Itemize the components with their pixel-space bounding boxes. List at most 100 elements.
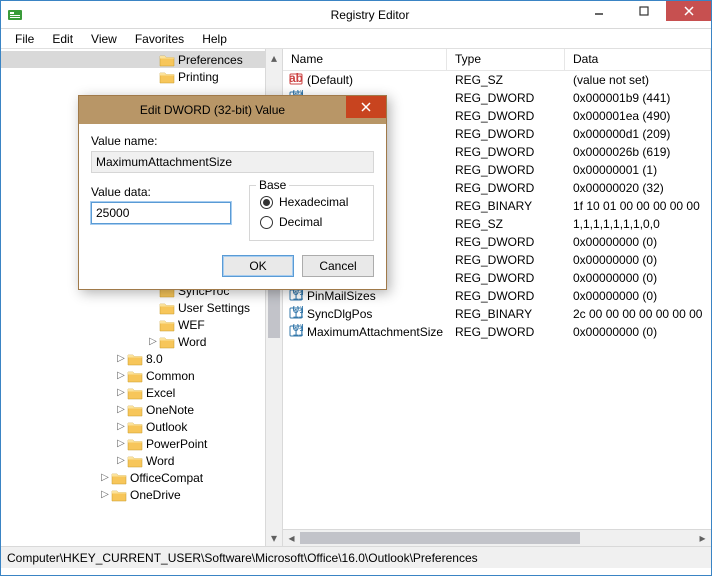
value-data: 2c 00 00 00 00 00 00 00 [565,307,711,321]
statusbar: Computer\HKEY_CURRENT_USER\Software\Micr… [1,546,711,568]
value-name-input[interactable] [91,151,374,173]
tree-item[interactable]: User Settings [1,299,282,316]
close-button[interactable] [666,1,711,21]
value-name: MaximumAttachmentSize [307,325,443,339]
expander-icon[interactable]: ▷ [99,489,111,500]
value-icon: 011110 [289,324,303,341]
svg-text:110: 110 [293,306,304,320]
value-data: 0x00000000 (0) [565,253,711,267]
scroll-down-icon[interactable]: ▾ [266,529,282,546]
list-row[interactable]: 011110MaximumAttachmentSizeREG_DWORD0x00… [283,323,711,341]
menu-help[interactable]: Help [194,30,235,48]
tree-item[interactable]: ▷PowerPoint [1,435,282,452]
list-row[interactable]: 011110 SyncDlgPos REG_BINARY2c 00 00 00 00… [283,305,711,323]
tree-item[interactable]: Preferences [1,51,282,68]
value-data: (value not set) [565,73,711,87]
radio-hex-label: Hexadecimal [279,195,348,209]
cancel-button[interactable]: Cancel [302,255,374,277]
svg-text:ab: ab [289,72,303,85]
list-hscrollbar[interactable]: ◂ ▸ [283,529,711,546]
dialog-close-button[interactable] [346,96,386,118]
maximize-button[interactable] [621,1,666,21]
value-name: PinMailSizes [307,289,376,303]
menu-favorites[interactable]: Favorites [127,30,192,48]
value-data-input[interactable] [91,202,231,224]
value-type: REG_DWORD [447,271,565,285]
tree-item-label: Preferences [178,53,243,67]
col-data[interactable]: Data [565,49,711,70]
tree-item[interactable]: ▷ Outlook [1,418,282,435]
radio-dec-icon [260,216,273,229]
menu-file[interactable]: File [7,30,42,48]
value-type: REG_BINARY [447,199,565,213]
value-data: 1f 10 01 00 00 00 00 00 [565,199,711,213]
value-type: REG_DWORD [447,289,565,303]
value-type: REG_DWORD [447,109,565,123]
tree-item[interactable]: ▷ Word [1,452,282,469]
radio-hex[interactable]: Hexadecimal [260,192,363,212]
value-data: 0x00000001 (1) [565,163,711,177]
expander-icon[interactable]: ▷ [115,421,127,432]
tree-item-label: Outlook [146,420,187,434]
base-fieldset: Base Hexadecimal Decimal [249,185,374,241]
tree-item-label: Common [146,369,195,383]
tree-item[interactable]: Printing [1,68,282,85]
value-data: 0x000001ea (490) [565,109,711,123]
value-type: REG_DWORD [447,163,565,177]
titlebar: Registry Editor [1,1,711,29]
tree-item[interactable]: ▷OneDrive [1,486,282,503]
value-icon: 011110 [289,306,303,323]
value-type: REG_SZ [447,73,565,87]
col-name[interactable]: Name [283,49,447,70]
tree-item[interactable]: ▷Word [1,333,282,350]
expander-icon[interactable]: ▷ [147,336,159,347]
svg-text:110: 110 [293,324,304,338]
edit-dword-dialog: Edit DWORD (32-bit) Value Value name: Va… [78,95,387,290]
dialog-title: Edit DWORD (32-bit) Value [79,103,346,117]
base-legend: Base [256,178,289,192]
tree-item[interactable]: ▷ Common [1,367,282,384]
menu-edit[interactable]: Edit [44,30,81,48]
minimize-button[interactable] [576,1,621,21]
tree-item-label: Word [146,454,174,468]
value-name: SyncDlgPos [307,307,372,321]
tree-item[interactable]: ▷ OfficeCompat [1,469,282,486]
scroll-right-icon[interactable]: ▸ [694,530,711,546]
tree-item[interactable]: WEF [1,316,282,333]
expander-icon[interactable]: ▷ [115,353,127,364]
tree-item[interactable]: ▷Excel [1,384,282,401]
value-data: 0x000001b9 (441) [565,91,711,105]
scroll-up-icon[interactable]: ▴ [266,49,282,66]
ok-button[interactable]: OK [222,255,294,277]
value-icon: 011110 [289,288,303,305]
dialog-titlebar[interactable]: Edit DWORD (32-bit) Value [79,96,386,124]
tree-item[interactable]: ▷8.0 [1,350,282,367]
value-data: 0x0000026b (619) [565,145,711,159]
radio-dec[interactable]: Decimal [260,212,363,232]
status-path: Computer\HKEY_CURRENT_USER\Software\Micr… [7,551,478,565]
value-data: 1,1,1,1,1,1,1,0,0 [565,217,711,231]
expander-icon[interactable]: ▷ [115,455,127,466]
value-data: 0x00000020 (32) [565,181,711,195]
tree-item[interactable]: ▷OneNote [1,401,282,418]
list-row[interactable]: ab (Default) REG_SZ(value not set) [283,71,711,89]
expander-icon[interactable]: ▷ [99,472,111,483]
value-type: REG_BINARY [447,307,565,321]
value-type: REG_DWORD [447,91,565,105]
value-name: (Default) [307,73,353,87]
expander-icon[interactable]: ▷ [115,438,127,449]
expander-icon[interactable]: ▷ [115,404,127,415]
hscroll-thumb[interactable] [300,532,580,544]
expander-icon[interactable]: ▷ [115,387,127,398]
tree-item-label: OfficeCompat [130,471,203,485]
value-type: REG_DWORD [447,145,565,159]
scroll-left-icon[interactable]: ◂ [283,530,300,546]
list-header: Name Type Data [283,49,711,71]
value-data: 0x00000000 (0) [565,271,711,285]
value-type: REG_SZ [447,217,565,231]
menu-view[interactable]: View [83,30,125,48]
expander-icon[interactable]: ▷ [115,370,127,381]
col-type[interactable]: Type [447,49,565,70]
radio-dec-label: Decimal [279,215,322,229]
value-type: REG_DWORD [447,235,565,249]
